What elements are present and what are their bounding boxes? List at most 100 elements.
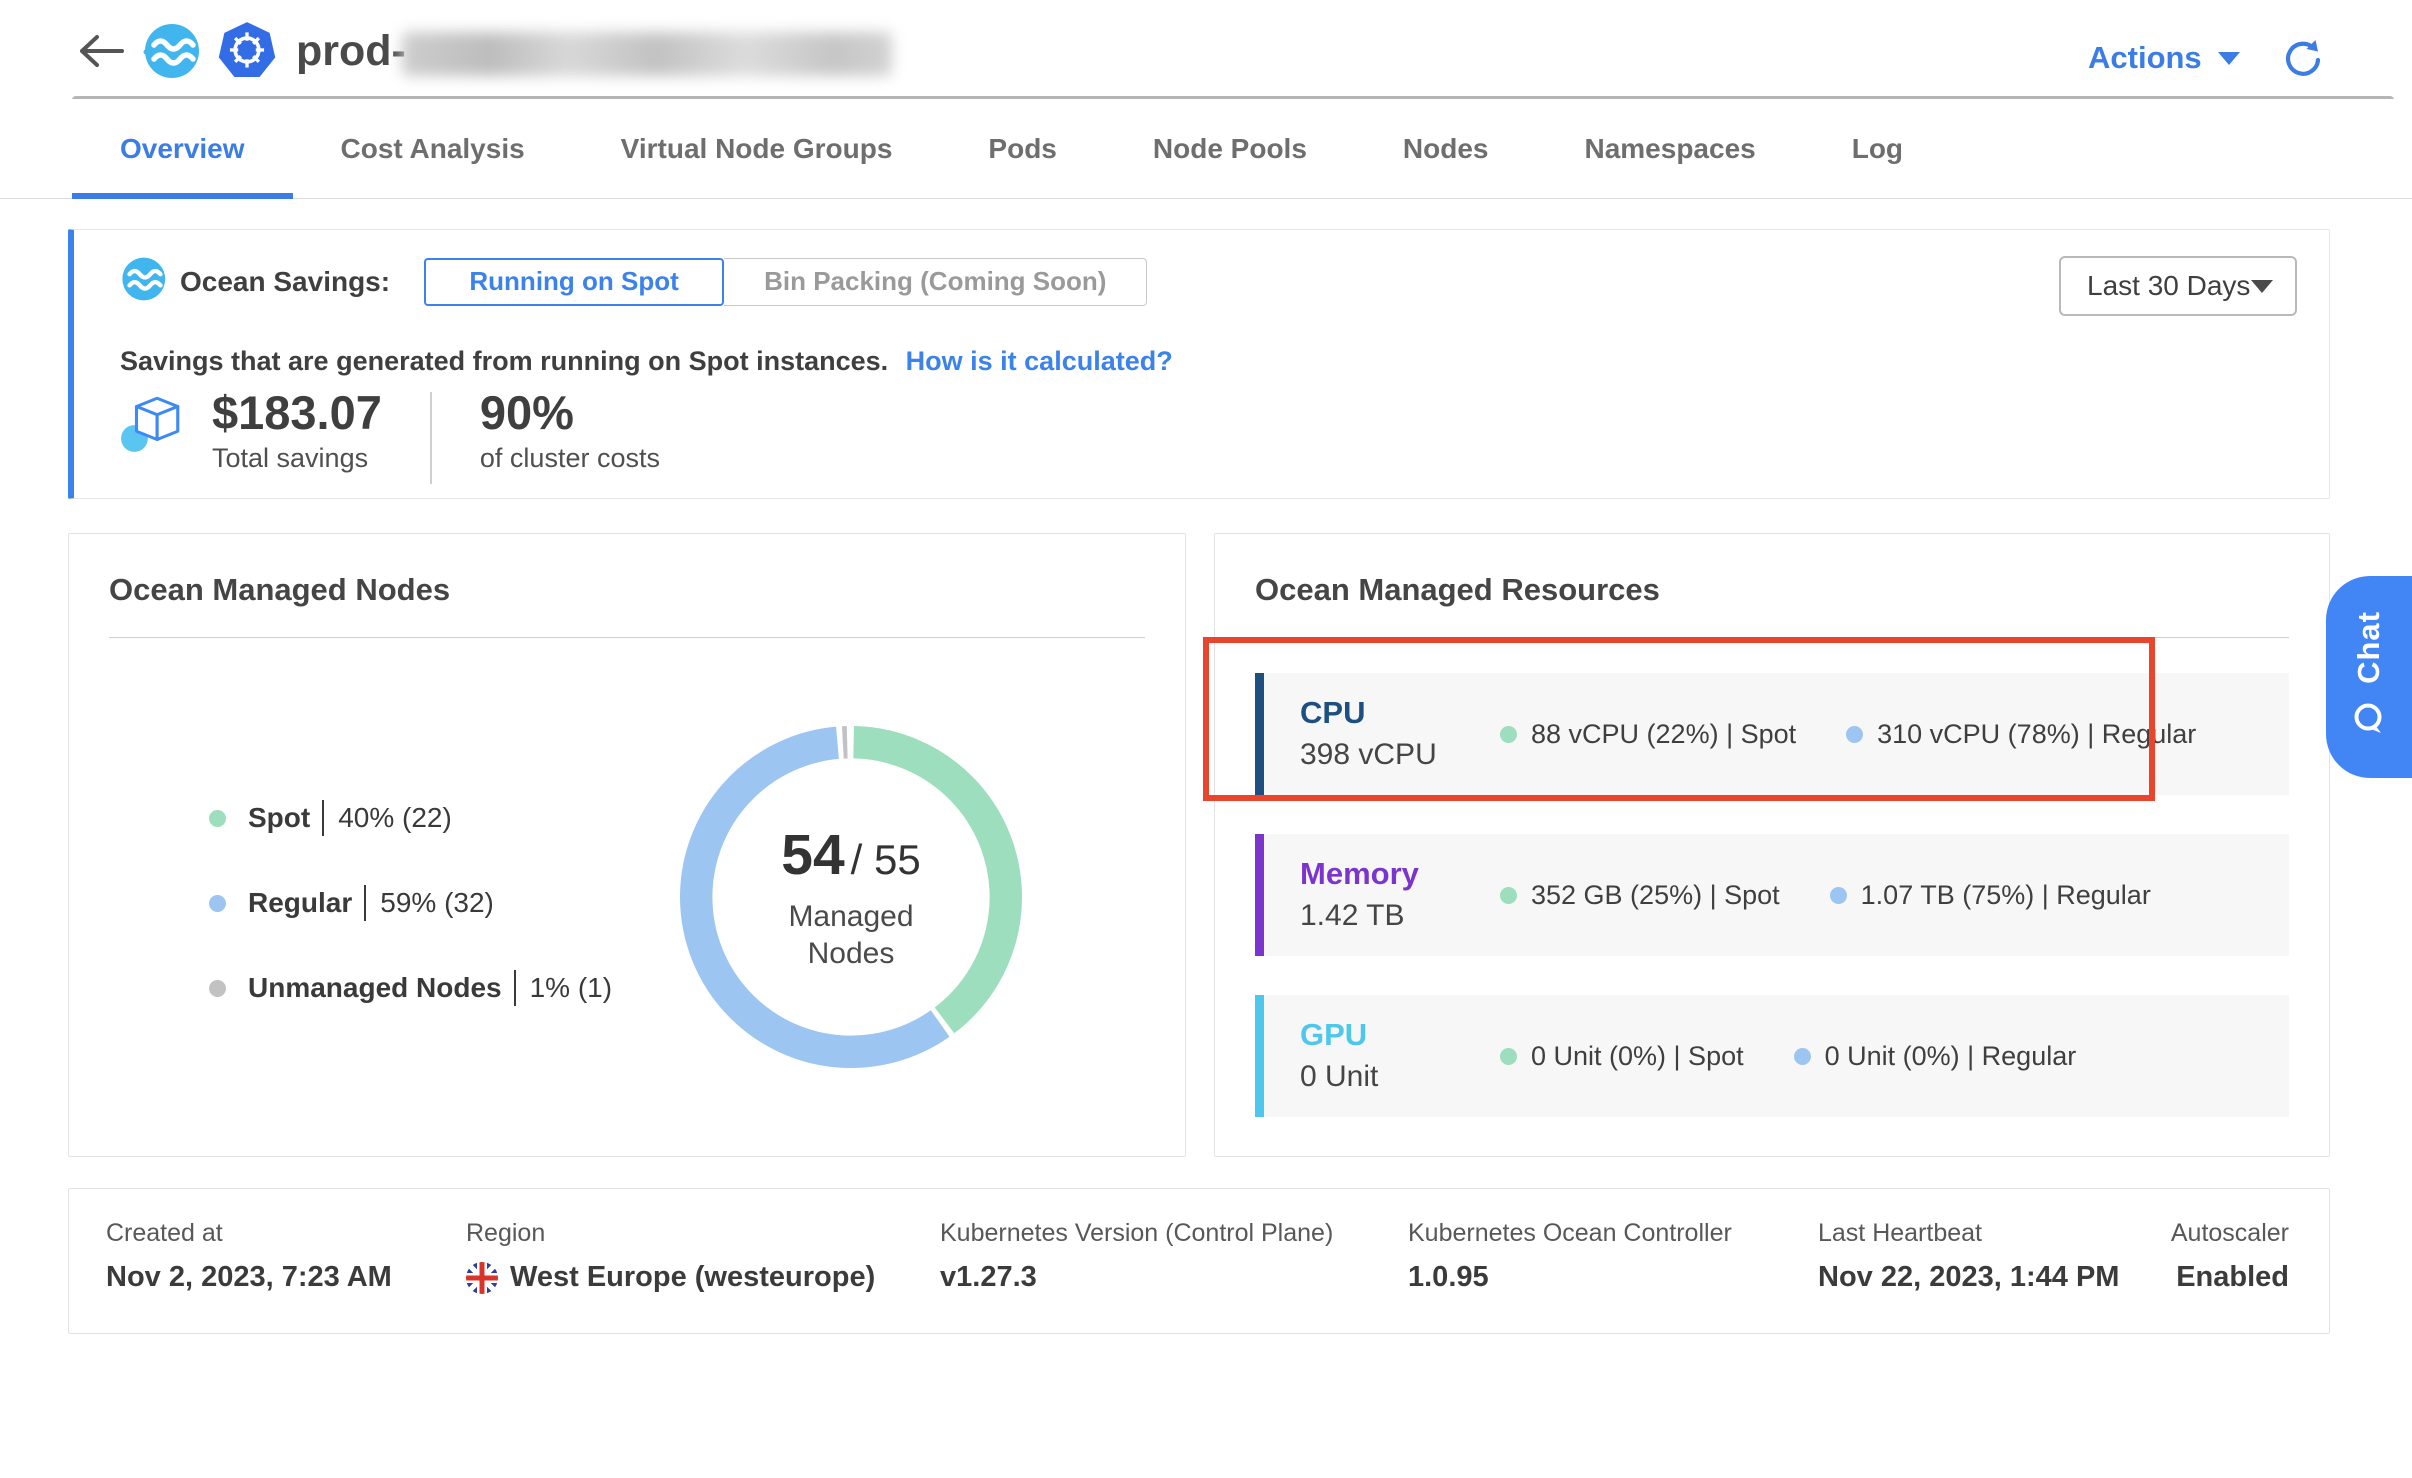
memory-regular-stat: 1.07 TB (75%) | Regular (1830, 880, 2151, 911)
cpu-spot-text: 88 vCPU (22%) | Spot (1531, 719, 1796, 750)
cluster-title: prod- (296, 27, 406, 76)
cpu-title-block: CPU 398 vCPU (1300, 696, 1486, 772)
ocean-cluster-overview-page: prod- Actions Overview Cost Analysis Vir… (0, 0, 2412, 1478)
savings-section-label: Ocean Savings: (180, 266, 390, 298)
cpu-stats: 88 vCPU (22%) | Spot 310 vCPU (78%) | Re… (1500, 719, 2196, 750)
tab-log[interactable]: Log (1804, 99, 1951, 198)
legend-item-spot: Spot 40% (22) (209, 792, 612, 844)
card-divider (1255, 637, 2289, 638)
refresh-icon[interactable] (2282, 38, 2322, 83)
info-value: Nov 2, 2023, 7:23 AM (106, 1261, 392, 1294)
chat-bubble-icon (2350, 700, 2388, 743)
regular-dot-icon (1794, 1048, 1811, 1065)
memory-spot-text: 352 GB (25%) | Spot (1531, 880, 1780, 911)
legend-label: Spot (248, 802, 310, 834)
legend-item-regular: Regular 59% (32) (209, 877, 612, 929)
cluster-name-redacted (402, 32, 892, 76)
resource-row-cpu: CPU 398 vCPU 88 vCPU (22%) | Spot 310 vC… (1255, 673, 2289, 795)
cpu-regular-stat: 310 vCPU (78%) | Regular (1846, 719, 2196, 750)
info-value: West Europe (westeurope) (466, 1261, 875, 1294)
info-value: 1.0.95 (1408, 1261, 1489, 1294)
gpu-spot-stat: 0 Unit (0%) | Spot (1500, 1041, 1744, 1072)
memory-title-block: Memory 1.42 TB (1300, 857, 1486, 933)
cluster-costs-value: 90% (480, 388, 660, 437)
managed-nodes-card: Ocean Managed Nodes Spot 40% (22) Regula… (68, 533, 1186, 1157)
gpu-total: 0 Unit (1300, 1060, 1486, 1094)
tab-overview[interactable]: Overview (72, 99, 293, 198)
total-savings-value: $183.07 (212, 388, 382, 437)
tab-virtual-node-groups[interactable]: Virtual Node Groups (573, 99, 941, 198)
legend-separator (514, 970, 516, 1006)
info-value: Enabled (2176, 1261, 2289, 1294)
legend-label: Regular (248, 887, 352, 919)
resource-rows: CPU 398 vCPU 88 vCPU (22%) | Spot 310 vC… (1255, 673, 2289, 1156)
info-label: Kubernetes Ocean Controller (1408, 1219, 1732, 1248)
unmanaged-dot-icon (209, 980, 226, 997)
chevron-down-icon (2218, 52, 2240, 65)
gpu-regular-stat: 0 Unit (0%) | Regular (1794, 1041, 2077, 1072)
ocean-savings-banner: Ocean Savings: Running on Spot Bin Packi… (68, 229, 2330, 499)
savings-stats-row: $183.07 Total savings 90% of cluster cos… (120, 388, 660, 484)
savings-description: Savings that are generated from running … (120, 346, 1173, 377)
chevron-down-icon (2251, 280, 2273, 293)
tab-cost-analysis[interactable]: Cost Analysis (293, 99, 573, 198)
period-select-value: Last 30 Days (2087, 270, 2250, 302)
running-on-spot-toggle[interactable]: Running on Spot (424, 258, 724, 306)
resource-row-gpu: GPU 0 Unit 0 Unit (0%) | Spot 0 Unit (0%… (1255, 995, 2289, 1117)
tab-node-pools[interactable]: Node Pools (1105, 99, 1355, 198)
savings-description-text: Savings that are generated from running … (120, 346, 888, 376)
memory-total: 1.42 TB (1300, 899, 1486, 933)
spot-dot-icon (1500, 1048, 1517, 1065)
memory-name: Memory (1300, 857, 1486, 891)
legend-value: 1% (1) (530, 972, 612, 1004)
donut-caption: Managed Nodes (766, 898, 936, 973)
tab-namespaces[interactable]: Namespaces (1536, 99, 1803, 198)
managed-nodes-donut: 54/ 55 Managed Nodes (671, 717, 1031, 1077)
gpu-stats: 0 Unit (0%) | Spot 0 Unit (0%) | Regular (1500, 1041, 2076, 1072)
cluster-tabbar: Overview Cost Analysis Virtual Node Grou… (0, 99, 2412, 199)
legend-item-unmanaged: Unmanaged Nodes 1% (1) (209, 962, 612, 1014)
total-savings-stat: $183.07 Total savings (212, 388, 382, 474)
page-header: prod- Actions (0, 0, 2412, 99)
tab-pods[interactable]: Pods (940, 99, 1104, 198)
cpu-name: CPU (1300, 696, 1486, 730)
gpu-spot-text: 0 Unit (0%) | Spot (1531, 1041, 1744, 1072)
regular-dot-icon (1830, 887, 1847, 904)
regular-dot-icon (209, 895, 226, 912)
actions-button[interactable]: Actions (2088, 40, 2240, 76)
info-label: Kubernetes Version (Control Plane) (940, 1219, 1333, 1248)
managed-resources-title: Ocean Managed Resources (1255, 572, 1660, 608)
legend-value: 40% (22) (338, 802, 452, 834)
legend-label: Unmanaged Nodes (248, 972, 502, 1004)
managed-nodes-title: Ocean Managed Nodes (109, 572, 450, 608)
how-calculated-link[interactable]: How is it calculated? (906, 346, 1173, 376)
cluster-info-bar: Created at Nov 2, 2023, 7:23 AM Region W… (68, 1188, 2330, 1334)
tab-nodes[interactable]: Nodes (1355, 99, 1537, 198)
info-value: Nov 22, 2023, 1:44 PM (1818, 1261, 2119, 1294)
bin-packing-toggle[interactable]: Bin Packing (Coming Soon) (724, 258, 1147, 306)
gpu-regular-text: 0 Unit (0%) | Regular (1825, 1041, 2077, 1072)
nodes-legend: Spot 40% (22) Regular 59% (32) Unmanaged… (209, 792, 612, 1047)
memory-regular-text: 1.07 TB (75%) | Regular (1861, 880, 2151, 911)
cluster-costs-stat: 90% of cluster costs (480, 388, 660, 474)
savings-mode-toggle: Running on Spot Bin Packing (Coming Soon… (424, 258, 1147, 306)
back-arrow-icon[interactable] (78, 34, 126, 73)
period-select[interactable]: Last 30 Days (2059, 256, 2297, 316)
spot-dot-icon (209, 810, 226, 827)
memory-stats: 352 GB (25%) | Spot 1.07 TB (75%) | Regu… (1500, 880, 2151, 911)
info-value: v1.27.3 (940, 1261, 1037, 1294)
cpu-regular-text: 310 vCPU (78%) | Regular (1877, 719, 2196, 750)
memory-spot-stat: 352 GB (25%) | Spot (1500, 880, 1780, 911)
info-label: Last Heartbeat (1818, 1219, 1982, 1248)
cpu-total: 398 vCPU (1300, 738, 1486, 772)
chat-button[interactable]: Chat (2326, 576, 2412, 778)
card-divider (109, 637, 1145, 638)
chat-label: Chat (2351, 611, 2387, 684)
legend-separator (364, 885, 366, 921)
info-label: Region (466, 1219, 545, 1248)
regular-dot-icon (1846, 726, 1863, 743)
stats-divider (430, 392, 432, 484)
region-value-text: West Europe (westeurope) (510, 1261, 875, 1294)
ocean-wave-icon (120, 256, 166, 307)
spot-dot-icon (1500, 726, 1517, 743)
